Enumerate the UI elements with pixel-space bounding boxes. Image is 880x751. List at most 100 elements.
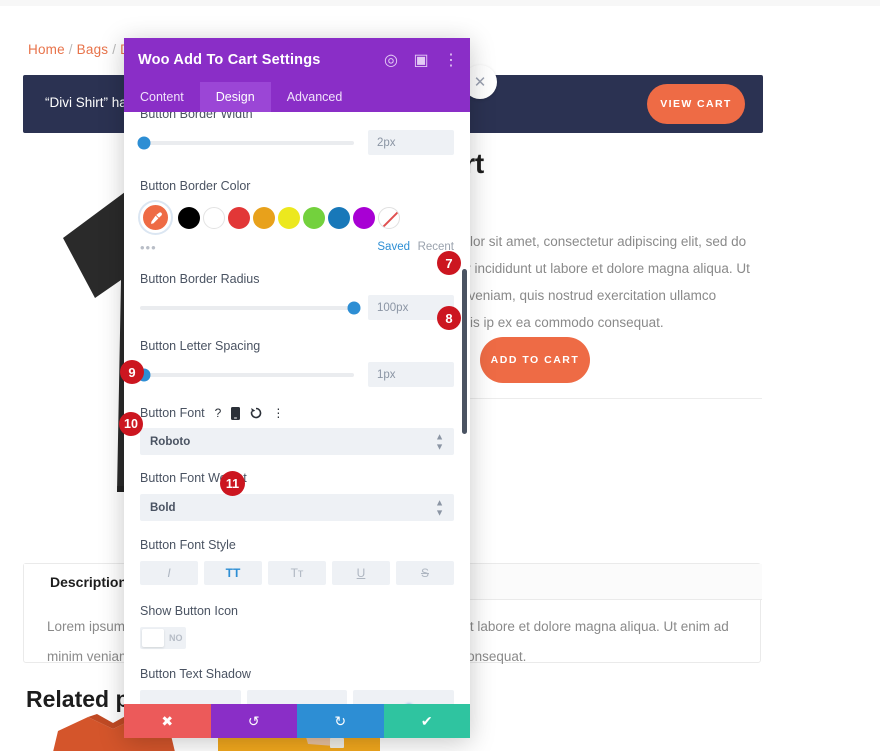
reset-icon[interactable] <box>250 407 262 419</box>
toggle-show-button-icon[interactable]: NO <box>140 627 186 649</box>
settings-modal: Woo Add To Cart Settings ◎ ▣ ⋮ Content D… <box>124 38 470 738</box>
tab-content[interactable]: Content <box>124 82 200 112</box>
field-button-text-shadow: Button Text Shadow ⊘ aA aA aA aA a <box>140 667 454 704</box>
field-show-button-icon: Show Button Icon NO <box>140 604 454 649</box>
label-row-button-font: Button Font ? ⋮ <box>140 406 454 420</box>
swatch-purple[interactable] <box>353 206 375 229</box>
product-description: m dolor sit amet, consectetur adipiscing… <box>440 234 750 330</box>
modal-footer: ✖ ↺ ↻ ✔ <box>124 704 470 738</box>
modal-tabs: Content Design Advanced <box>124 82 470 112</box>
modal-body[interactable]: Button Border Width Button Border Color <box>124 112 470 704</box>
field-button-font-weight: Button Font Weight Bold ▲ ▼ <box>140 471 454 521</box>
label-show-button-icon: Show Button Icon <box>140 604 238 618</box>
toggle-knob <box>142 629 164 647</box>
text-shadow-presets: ⊘ aA aA aA aA aA <box>140 690 454 704</box>
shadow-none-preset[interactable]: ⊘ <box>140 690 241 704</box>
label-button-font-weight: Button Font Weight <box>140 471 247 485</box>
swatch-red[interactable] <box>228 206 250 229</box>
swatch-yellow[interactable] <box>278 206 300 229</box>
smallcaps-button[interactable]: Tт <box>268 561 326 585</box>
swatch-black[interactable] <box>178 206 200 229</box>
input-letter-spacing[interactable] <box>368 362 454 387</box>
page-top-divider <box>0 0 880 6</box>
no-shadow-icon: ⊘ <box>183 703 197 704</box>
breadcrumb-home[interactable]: Home <box>28 42 65 57</box>
kebab-menu-icon[interactable]: ⋮ <box>272 406 284 420</box>
eyedropper-icon <box>150 211 162 224</box>
font-style-buttons: I TT Tт U S <box>140 561 454 585</box>
desc-line-1a: Lorem ipsum <box>47 619 126 634</box>
chevron-updown-icon: ▲ ▼ <box>435 497 444 517</box>
product-divider <box>440 398 762 399</box>
breadcrumb-sep-2: / <box>112 42 117 57</box>
breadcrumb-category[interactable]: Bags <box>77 42 109 57</box>
modal-header: Woo Add To Cart Settings ◎ ▣ ⋮ <box>124 38 470 82</box>
input-border-width[interactable] <box>368 130 454 155</box>
italic-button[interactable]: I <box>140 561 198 585</box>
badge-7: 7 <box>437 251 461 275</box>
close-icon: ✖ <box>161 712 174 729</box>
more-colors-icon[interactable]: ••• <box>140 240 157 255</box>
view-cart-button[interactable]: VIEW CART <box>647 84 745 124</box>
field-button-font: Button Font ? ⋮ Roboto ▲ ▼ <box>140 406 454 455</box>
badge-10: 10 <box>119 412 143 436</box>
save-button[interactable]: ✔ <box>383 704 470 738</box>
field-button-border-color: Button Border Color ••• Saved Recent <box>140 179 454 255</box>
uppercase-button[interactable]: TT <box>204 561 262 585</box>
saved-colors-link[interactable]: Saved <box>377 241 410 253</box>
mobile-device-icon[interactable] <box>231 406 241 420</box>
label-button-text-shadow: Button Text Shadow <box>140 667 251 681</box>
badge-11: 11 <box>220 471 245 496</box>
underline-button[interactable]: U <box>332 561 390 585</box>
slider-letter-spacing[interactable] <box>137 368 354 381</box>
swatch-transparent[interactable] <box>378 206 400 229</box>
toggle-state-label: NO <box>169 633 183 643</box>
badge-9: 9 <box>120 360 144 384</box>
select-button-font-weight[interactable]: Bold ▲ ▼ <box>140 494 454 521</box>
badge-8: 8 <box>437 306 461 330</box>
shadow-soft-preset[interactable]: aA <box>246 690 348 704</box>
shadow-soft-glyph: aA <box>286 702 309 704</box>
swatch-white[interactable] <box>203 206 225 229</box>
swatch-orange[interactable] <box>253 206 275 229</box>
undo-button[interactable]: ↺ <box>210 704 297 738</box>
kebab-menu-icon[interactable]: ⋮ <box>442 51 460 69</box>
slider-knob-border-width[interactable] <box>137 136 151 149</box>
cancel-button[interactable]: ✖ <box>124 704 211 738</box>
add-to-cart-button[interactable]: ADD TO CART <box>480 337 590 383</box>
label-button-font-style: Button Font Style <box>140 538 236 552</box>
modal-scrollbar[interactable] <box>462 269 467 434</box>
field-button-font-style: Button Font Style I TT Tт U S <box>140 538 454 585</box>
select-button-font-weight-value: Bold <box>150 501 176 514</box>
strikethrough-button[interactable]: S <box>396 561 454 585</box>
layout-columns-icon[interactable]: ▣ <box>412 51 430 69</box>
slider-row-border-width <box>137 130 454 155</box>
active-color-swatch[interactable] <box>140 202 171 233</box>
label-button-border-width: Button Border Width <box>140 112 253 121</box>
field-button-letter-spacing: Button Letter Spacing <box>137 339 454 387</box>
slider-border-width[interactable] <box>137 136 354 149</box>
slider-border-radius[interactable] <box>140 301 361 314</box>
swatch-blue[interactable] <box>328 206 350 229</box>
shadow-blue-glow-preset[interactable]: aA <box>353 690 454 704</box>
field-button-border-width: Button Border Width <box>137 112 454 155</box>
help-icon[interactable]: ? <box>215 406 222 420</box>
shadow-blue-glow-glyph: aA <box>393 702 416 704</box>
color-swatch-row <box>140 202 454 233</box>
target-icon[interactable]: ◎ <box>382 51 400 69</box>
tab-advanced[interactable]: Advanced <box>271 82 359 112</box>
modal-title: Woo Add To Cart Settings <box>138 52 321 68</box>
select-button-font[interactable]: Roboto ▲ ▼ <box>140 428 454 455</box>
label-button-border-radius: Button Border Radius <box>140 272 260 286</box>
slider-knob-border-radius[interactable] <box>347 301 361 314</box>
slider-row-letter-spacing <box>137 362 454 387</box>
redo-button[interactable]: ↻ <box>297 704 384 738</box>
slider-row-border-radius <box>140 295 454 320</box>
swatch-subrow: ••• Saved Recent <box>140 240 454 255</box>
label-button-letter-spacing: Button Letter Spacing <box>140 339 261 353</box>
redo-icon: ↻ <box>334 712 347 729</box>
tab-design[interactable]: Design <box>199 82 271 112</box>
field-button-border-radius: Button Border Radius <box>140 272 454 320</box>
modal-header-icons: ◎ ▣ ⋮ <box>382 38 460 82</box>
swatch-green[interactable] <box>303 206 325 229</box>
